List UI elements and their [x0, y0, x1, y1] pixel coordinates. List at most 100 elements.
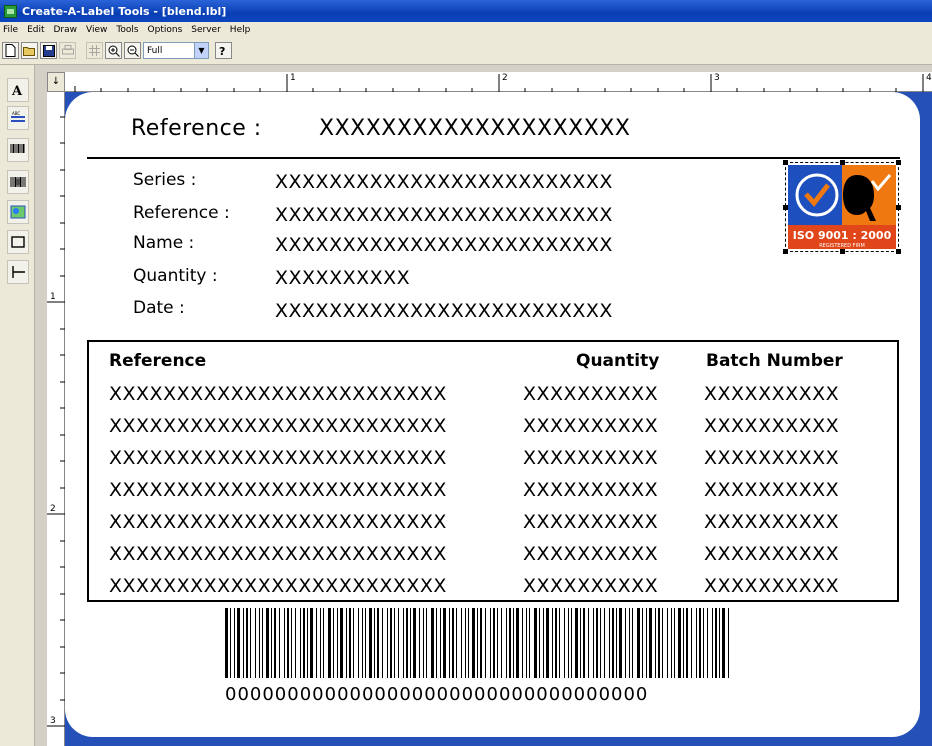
label-design[interactable]: Reference : XXXXXXXXXXXXXXXXXXXX Series … — [65, 92, 920, 737]
barcode-bars — [225, 608, 729, 678]
resize-handle-tl[interactable] — [783, 160, 788, 165]
open-folder-icon[interactable] — [21, 42, 38, 59]
iso-logo-text: ISO 9001 : 2000 — [793, 229, 892, 242]
iso-logo-graphic: ISO 9001 : 2000 REGISTERED FIRM — [788, 165, 896, 249]
resize-handle-bl[interactable] — [783, 249, 788, 254]
table-row-quantity[interactable]: XXXXXXXXXX — [523, 511, 658, 533]
menu-server[interactable]: Server — [191, 25, 221, 35]
table-row-quantity[interactable]: XXXXXXXXXX — [523, 383, 658, 405]
menu-draw[interactable]: Draw — [54, 25, 78, 35]
title-bar[interactable]: Create-A-Label Tools - [blend.lbl] — [0, 0, 932, 22]
help-icon[interactable]: ? — [215, 42, 232, 59]
new-file-icon[interactable] — [2, 42, 19, 59]
table-row-batch[interactable]: XXXXXXXXXX — [704, 383, 839, 405]
grid-icon[interactable] — [86, 42, 103, 59]
resize-handle-l[interactable] — [783, 205, 788, 210]
table-row-reference[interactable]: XXXXXXXXXXXXXXXXXXXXXXXXX — [109, 383, 447, 405]
table-header-quantity[interactable]: Quantity — [576, 351, 659, 371]
items-table-box[interactable]: Reference Quantity Batch Number XXXXXXXX… — [87, 340, 899, 602]
horizontal-ruler-ticks — [74, 74, 924, 92]
ruler-mark-3: 3 — [714, 73, 720, 83]
resize-handle-b[interactable] — [840, 249, 845, 254]
menu-help[interactable]: Help — [230, 25, 251, 35]
menu-edit[interactable]: Edit — [27, 25, 44, 35]
quantity-value[interactable]: XXXXXXXXXX — [275, 267, 410, 289]
table-row-quantity[interactable]: XXXXXXXXXX — [523, 575, 658, 597]
chevron-down-icon[interactable]: ▼ — [194, 43, 208, 58]
line-tool-icon[interactable] — [7, 260, 29, 284]
barcode-object[interactable] — [223, 608, 735, 678]
text-tool-icon[interactable]: A — [7, 78, 29, 102]
name-label[interactable]: Name : — [133, 233, 194, 253]
quantity-label[interactable]: Quantity : — [133, 266, 218, 286]
header-divider-line[interactable] — [87, 157, 900, 159]
resize-handle-t[interactable] — [840, 160, 845, 165]
iso-logo-image[interactable]: ISO 9001 : 2000 REGISTERED FIRM — [783, 160, 901, 254]
window-title: Create-A-Label Tools - [blend.lbl] — [22, 4, 227, 18]
menu-file[interactable]: File — [3, 25, 18, 35]
ruler-mark-4: 4 — [926, 73, 932, 83]
menu-bar: File Edit Draw View Tools Options Server… — [0, 22, 932, 37]
table-row-batch[interactable]: XXXXXXXXXX — [704, 447, 839, 469]
menu-options[interactable]: Options — [148, 25, 183, 35]
reference-label[interactable]: Reference : — [133, 203, 230, 223]
rectangle-tool-icon[interactable] — [7, 230, 29, 254]
table-row-reference[interactable]: XXXXXXXXXXXXXXXXXXXXXXXXX — [109, 447, 447, 469]
design-canvas[interactable]: Reference : XXXXXXXXXXXXXXXXXXXX Series … — [65, 92, 932, 746]
app-icon — [4, 4, 17, 18]
date-value[interactable]: XXXXXXXXXXXXXXXXXXXXXXXXX — [275, 300, 613, 322]
reference-title-value[interactable]: XXXXXXXXXXXXXXXXXXXX — [319, 116, 630, 141]
ruler-corner[interactable]: ↓ — [47, 72, 65, 92]
vertical-ruler-ticks — [47, 116, 65, 727]
menu-tools[interactable]: Tools — [116, 25, 138, 35]
table-row-quantity[interactable]: XXXXXXXXXX — [523, 415, 658, 437]
table-row-reference[interactable]: XXXXXXXXXXXXXXXXXXXXXXXXX — [109, 415, 447, 437]
2d-barcode-tool-icon[interactable] — [7, 170, 29, 194]
svg-text:ABC: ABC — [12, 111, 20, 116]
table-row-batch[interactable]: XXXXXXXXXX — [704, 543, 839, 565]
print-icon[interactable] — [59, 42, 76, 59]
ruler-mark-v2: 2 — [50, 504, 56, 514]
table-row-reference[interactable]: XXXXXXXXXXXXXXXXXXXXXXXXX — [109, 543, 447, 565]
table-row-reference[interactable]: XXXXXXXXXXXXXXXXXXXXXXXXX — [109, 575, 447, 597]
table-row-batch[interactable]: XXXXXXXXXX — [704, 415, 839, 437]
table-row-reference[interactable]: XXXXXXXXXXXXXXXXXXXXXXXXX — [109, 479, 447, 501]
ruler-mark-v3: 3 — [50, 716, 56, 726]
save-disk-icon[interactable] — [40, 42, 57, 59]
table-row-batch[interactable]: XXXXXXXXXX — [704, 511, 839, 533]
barcode-digits[interactable]: 0000000000000000000000000000000000 — [225, 684, 648, 705]
svg-text:?: ? — [219, 45, 225, 57]
barcode-tool-icon[interactable] — [7, 138, 29, 162]
table-header-batch[interactable]: Batch Number — [706, 351, 843, 371]
ruler-mark-v1: 1 — [50, 292, 56, 302]
table-row-quantity[interactable]: XXXXXXXXXX — [523, 447, 658, 469]
table-row-batch[interactable]: XXXXXXXXXX — [704, 479, 839, 501]
menu-view[interactable]: View — [86, 25, 107, 35]
table-header-reference[interactable]: Reference — [109, 351, 206, 371]
table-row-quantity[interactable]: XXXXXXXXXX — [523, 543, 658, 565]
reference-value[interactable]: XXXXXXXXXXXXXXXXXXXXXXXXX — [275, 204, 613, 226]
series-value[interactable]: XXXXXXXXXXXXXXXXXXXXXXXXX — [275, 171, 613, 193]
toolbar: Full ▼ ? — [0, 37, 932, 65]
svg-text:A: A — [11, 84, 23, 97]
zoom-out-icon[interactable] — [124, 42, 141, 59]
zoom-select[interactable]: Full ▼ — [143, 42, 209, 59]
ruler-mark-2: 2 — [502, 73, 508, 83]
image-tool-icon[interactable] — [7, 200, 29, 224]
series-label[interactable]: Series : — [133, 170, 196, 190]
resize-handle-br[interactable] — [896, 249, 901, 254]
text-box-tool-icon[interactable]: ABC — [7, 106, 29, 130]
name-value[interactable]: XXXXXXXXXXXXXXXXXXXXXXXXX — [275, 234, 613, 256]
tool-palette: A ABC — [0, 65, 35, 746]
zoom-value: Full — [147, 45, 163, 56]
vertical-ruler: 1 2 3 — [47, 92, 65, 746]
reference-title-label[interactable]: Reference : — [131, 116, 262, 141]
date-label[interactable]: Date : — [133, 298, 185, 318]
table-row-reference[interactable]: XXXXXXXXXXXXXXXXXXXXXXXXX — [109, 511, 447, 533]
zoom-in-icon[interactable] — [105, 42, 122, 59]
resize-handle-r[interactable] — [896, 205, 901, 210]
resize-handle-tr[interactable] — [896, 160, 901, 165]
table-row-batch[interactable]: XXXXXXXXXX — [704, 575, 839, 597]
table-row-quantity[interactable]: XXXXXXXXXX — [523, 479, 658, 501]
horizontal-ruler: 1 2 3 4 — [65, 72, 932, 92]
